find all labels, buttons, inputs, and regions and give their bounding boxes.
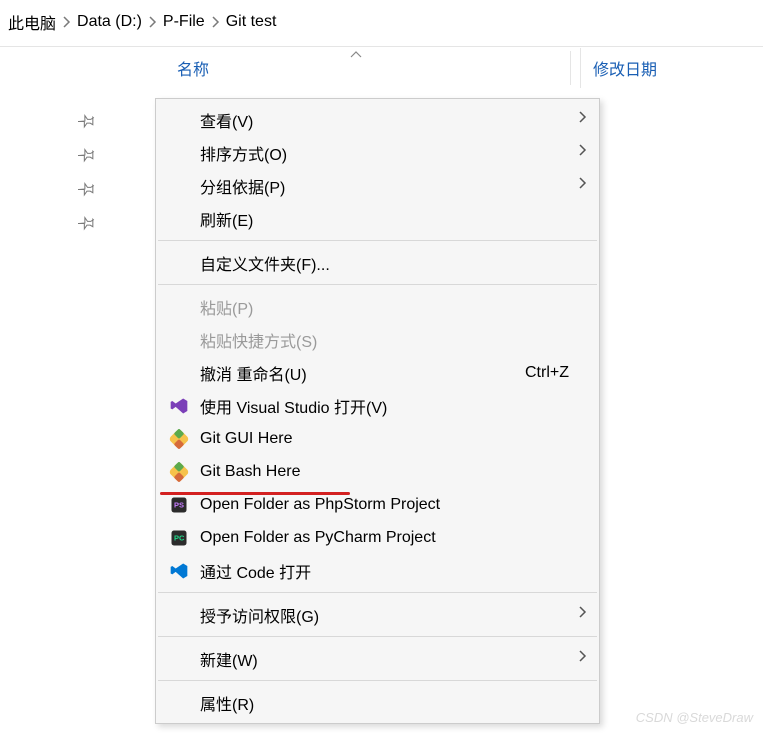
menu-git-bash[interactable]: Git Bash Here: [156, 455, 599, 488]
menu-label: Open Folder as PhpStorm Project: [200, 496, 585, 514]
blank-icon: [168, 252, 200, 274]
menu-open-pycharm[interactable]: PC Open Folder as PyCharm Project: [156, 521, 599, 554]
breadcrumb: 此电脑 Data (D:) P-File Git test: [0, 0, 763, 44]
menu-open-visual-studio[interactable]: 使用 Visual Studio 打开(V): [156, 389, 599, 422]
blank-icon: [168, 175, 200, 197]
menu-label: 分组依据(P): [200, 174, 585, 198]
breadcrumb-item[interactable]: Data (D:): [77, 13, 142, 31]
context-menu: 查看(V) 排序方式(O) 分组依据(P) 刷新(E) 自定义文件夹(F)...…: [155, 98, 600, 724]
menu-label: 撤消 重命名(U): [200, 361, 525, 385]
pin-icon: [78, 180, 96, 202]
breadcrumb-item[interactable]: 此电脑: [8, 10, 56, 34]
menu-customize-folder[interactable]: 自定义文件夹(F)...: [156, 246, 599, 279]
menu-label: 刷新(E): [200, 207, 585, 231]
menu-git-gui[interactable]: Git GUI Here: [156, 422, 599, 455]
menu-separator: [158, 240, 597, 241]
menu-label: 使用 Visual Studio 打开(V): [200, 394, 585, 418]
pin-icon: [78, 214, 96, 236]
visual-studio-icon: [168, 395, 190, 417]
menu-separator: [158, 592, 597, 593]
breadcrumb-item[interactable]: Git test: [226, 13, 277, 31]
svg-text:PC: PC: [174, 533, 185, 542]
menu-view[interactable]: 查看(V): [156, 103, 599, 136]
column-name-header[interactable]: 名称: [165, 48, 221, 88]
menu-refresh[interactable]: 刷新(E): [156, 202, 599, 235]
menu-group[interactable]: 分组依据(P): [156, 169, 599, 202]
menu-label: 新建(W): [200, 647, 585, 671]
blank-icon: [168, 208, 200, 230]
vscode-icon: [168, 560, 190, 582]
menu-separator: [158, 284, 597, 285]
menu-label: 粘贴(P): [200, 295, 585, 319]
pycharm-icon: PC: [168, 527, 190, 549]
menu-new[interactable]: 新建(W): [156, 642, 599, 675]
menu-shortcut: Ctrl+Z: [525, 364, 585, 382]
menu-label: Open Folder as PyCharm Project: [200, 529, 585, 547]
menu-label: Git GUI Here: [200, 430, 585, 448]
column-headers: 名称 修改日期: [0, 47, 763, 89]
chevron-right-icon: [578, 176, 587, 195]
git-icon: [168, 428, 190, 450]
menu-sort[interactable]: 排序方式(O): [156, 136, 599, 169]
pinned-items: [78, 112, 96, 236]
blank-icon: [168, 648, 200, 670]
blank-icon: [168, 296, 200, 318]
watermark: CSDN @SteveDraw: [636, 710, 753, 725]
menu-label: 授予访问权限(G): [200, 603, 585, 627]
blank-icon: [168, 109, 200, 131]
menu-label: 查看(V): [200, 108, 585, 132]
chevron-right-icon: [578, 110, 587, 129]
menu-paste: 粘贴(P): [156, 290, 599, 323]
menu-separator: [158, 636, 597, 637]
menu-label: Git Bash Here: [200, 463, 585, 481]
annotation-underline: [160, 492, 350, 495]
blank-icon: [168, 604, 200, 626]
column-date-header[interactable]: 修改日期: [580, 48, 669, 88]
menu-grant-access[interactable]: 授予访问权限(G): [156, 598, 599, 631]
svg-text:PS: PS: [174, 500, 184, 509]
chevron-right-icon[interactable]: [211, 16, 220, 28]
menu-label: 自定义文件夹(F)...: [200, 251, 585, 275]
chevron-right-icon[interactable]: [62, 16, 71, 28]
menu-paste-shortcut: 粘贴快捷方式(S): [156, 323, 599, 356]
breadcrumb-item[interactable]: P-File: [163, 13, 205, 31]
pin-icon: [78, 146, 96, 168]
blank-icon: [168, 362, 200, 384]
menu-label: 属性(R): [200, 691, 585, 715]
phpstorm-icon: PS: [168, 494, 190, 516]
menu-separator: [158, 680, 597, 681]
chevron-right-icon[interactable]: [148, 16, 157, 28]
blank-icon: [168, 329, 200, 351]
menu-undo-rename[interactable]: 撤消 重命名(U) Ctrl+Z: [156, 356, 599, 389]
pin-icon: [78, 112, 96, 134]
sort-caret-icon: [350, 47, 362, 61]
menu-properties[interactable]: 属性(R): [156, 686, 599, 719]
chevron-right-icon: [578, 143, 587, 162]
blank-icon: [168, 692, 200, 714]
git-icon: [168, 461, 190, 483]
menu-open-vscode[interactable]: 通过 Code 打开: [156, 554, 599, 587]
chevron-right-icon: [578, 649, 587, 668]
menu-label: 排序方式(O): [200, 141, 585, 165]
menu-label: 通过 Code 打开: [200, 559, 585, 583]
menu-label: 粘贴快捷方式(S): [200, 328, 585, 352]
blank-icon: [168, 142, 200, 164]
column-divider[interactable]: [570, 51, 571, 85]
chevron-right-icon: [578, 605, 587, 624]
